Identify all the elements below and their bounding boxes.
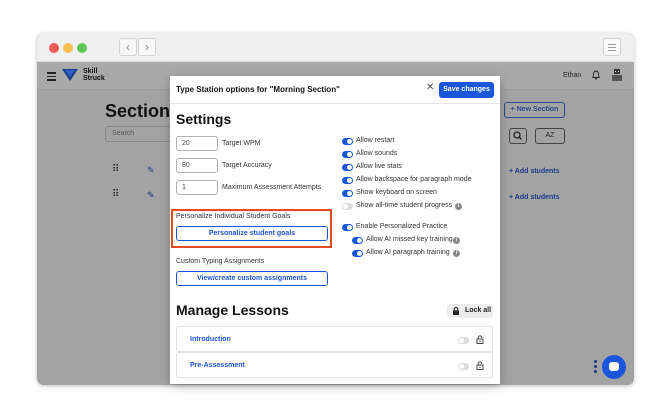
lesson-toggle[interactable] xyxy=(458,363,469,370)
setting-toggle[interactable] xyxy=(342,177,353,184)
chat-button[interactable] xyxy=(602,355,626,379)
page-title: Sections xyxy=(105,101,181,121)
setting-toggle-label: Allow restart xyxy=(356,137,395,144)
settings-heading: Settings xyxy=(176,111,232,127)
close-window-button[interactable] xyxy=(49,43,59,53)
unlock-icon[interactable] xyxy=(476,361,484,370)
setting-toggle-label: Show keyboard on screen xyxy=(356,189,437,196)
custom-assignments-label: Custom Typing Assignments xyxy=(176,258,265,265)
unlock-icon[interactable] xyxy=(476,335,484,344)
setting-number-label: Target Accuracy xyxy=(222,162,272,169)
brand-name: Skill Struck xyxy=(83,68,105,82)
setting-toggle-label: Allow live stats xyxy=(356,163,402,170)
avatar-icon[interactable] xyxy=(611,68,623,82)
back-button[interactable]: ‹ xyxy=(119,38,137,56)
search-button[interactable] xyxy=(509,128,527,144)
lock-all-label: Lock all xyxy=(465,307,492,314)
maximize-window-button[interactable] xyxy=(77,43,87,53)
chevron-right-icon: › xyxy=(145,40,149,54)
save-changes-button[interactable]: Save changes xyxy=(439,82,494,98)
forward-button[interactable]: › xyxy=(138,38,156,56)
options-modal: Type Station options for "Morning Sectio… xyxy=(170,76,500,384)
chat-icon xyxy=(609,362,619,371)
info-icon[interactable]: i xyxy=(453,250,460,257)
setting-toggle-label: Enable Personalized Practice xyxy=(356,223,448,230)
setting-toggle-label: Allow sounds xyxy=(356,150,398,157)
setting-number-label: Maximum Assessment Attempts xyxy=(222,184,322,191)
setting-toggle-label: Show all-time student progress xyxy=(356,202,453,209)
browser-menu-button[interactable] xyxy=(603,38,621,56)
lesson-link[interactable]: Introduction xyxy=(190,336,231,343)
hamburger-menu-icon[interactable] xyxy=(47,72,56,83)
lesson-row: Introduction xyxy=(176,326,493,352)
setting-toggle[interactable] xyxy=(352,250,363,257)
modal-title: Type Station options for "Morning Sectio… xyxy=(176,85,340,94)
brand-line-1: Skill xyxy=(83,68,98,75)
lock-icon xyxy=(453,307,459,315)
modal-header: Type Station options for "Morning Sectio… xyxy=(170,76,500,104)
setting-toggle-label: Allow AI missed key training xyxy=(366,236,453,243)
lesson-link[interactable]: Pre-Assessment xyxy=(190,362,245,369)
new-section-button[interactable]: + New Section xyxy=(504,102,565,118)
search-input[interactable]: Search xyxy=(105,126,175,142)
browser-titlebar: ‹ › xyxy=(37,33,634,62)
setting-toggle[interactable] xyxy=(342,164,353,171)
add-students-link[interactable]: + Add students xyxy=(509,168,560,175)
bell-icon[interactable] xyxy=(592,70,600,80)
setting-toggle-label: Allow backspace for paragraph mode xyxy=(356,176,472,183)
setting-toggle[interactable] xyxy=(342,203,353,210)
manage-lessons-heading: Manage Lessons xyxy=(176,302,289,318)
lesson-toggle[interactable] xyxy=(458,337,469,344)
search-icon xyxy=(513,131,522,140)
drag-handle-icon[interactable]: ⠿ xyxy=(112,164,119,175)
skillstruck-logo-icon xyxy=(62,69,78,81)
close-icon[interactable]: ✕ xyxy=(426,82,434,93)
setting-number-input[interactable]: 1 xyxy=(176,180,218,195)
edit-pencil-icon[interactable]: ✎ xyxy=(147,190,155,201)
view-create-assignments-button[interactable]: View/create custom assignments xyxy=(176,271,328,286)
sort-az-button[interactable]: AZ xyxy=(535,128,565,144)
setting-toggle-label: Allow AI paragraph training xyxy=(366,249,450,256)
setting-toggle[interactable] xyxy=(342,224,353,231)
brand-line-2: Struck xyxy=(83,75,105,82)
personalize-student-goals-button[interactable]: Personalize student goals xyxy=(176,226,328,241)
setting-toggle[interactable] xyxy=(342,138,353,145)
add-students-link[interactable]: + Add students xyxy=(509,194,560,201)
info-icon[interactable]: i xyxy=(455,203,462,210)
info-icon[interactable]: i xyxy=(453,237,460,244)
minimize-window-button[interactable] xyxy=(63,43,73,53)
lock-all-button[interactable]: Lock all xyxy=(447,304,493,318)
setting-number-input[interactable]: 20 xyxy=(176,136,218,151)
personalize-goals-label: Personalize Individual Student Goals xyxy=(176,213,291,220)
setting-number-label: Target WPM xyxy=(222,140,261,147)
drag-handle-icon[interactable]: ⠿ xyxy=(112,189,119,200)
setting-toggle[interactable] xyxy=(352,237,363,244)
user-name[interactable]: Ethan xyxy=(563,72,581,79)
setting-number-input[interactable]: 80 xyxy=(176,158,218,173)
drag-dots-icon xyxy=(594,360,598,375)
setting-toggle[interactable] xyxy=(342,151,353,158)
lesson-row: Pre-Assessment xyxy=(176,352,493,378)
setting-toggle[interactable] xyxy=(342,190,353,197)
chevron-left-icon: ‹ xyxy=(126,40,130,54)
edit-pencil-icon[interactable]: ✎ xyxy=(147,165,155,176)
